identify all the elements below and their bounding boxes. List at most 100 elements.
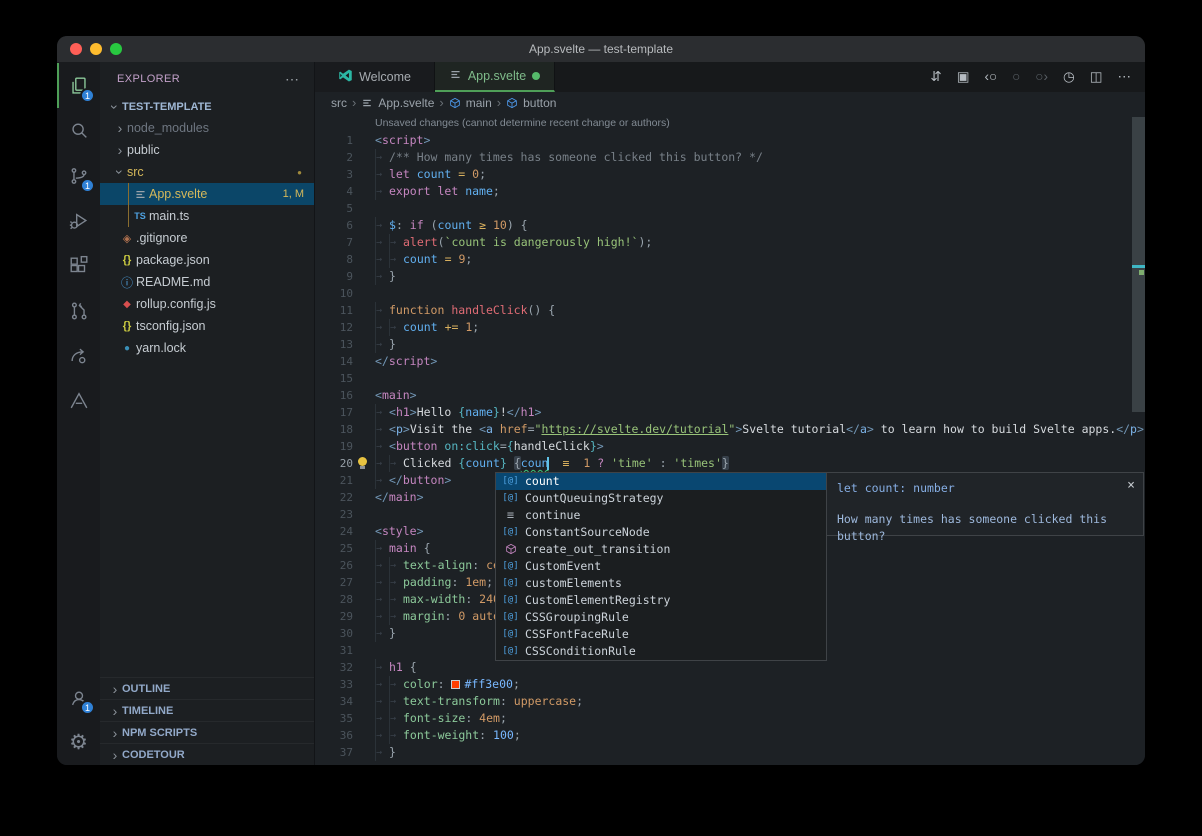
file-rollup.config.js[interactable]: ◆rollup.config.js: [100, 293, 314, 315]
breadcrumb-button[interactable]: button: [506, 96, 556, 110]
suggestion-ConstantSourceNode[interactable]: [@]ConstantSourceNode: [496, 524, 826, 541]
suggestion-CSSFontFaceRule[interactable]: [@]CSSFontFaceRule: [496, 626, 826, 643]
file-history-icon[interactable]: ◷: [1063, 70, 1075, 84]
token: [548, 456, 555, 470]
line-content: →<h1>Hello {name}!</h1>: [375, 404, 541, 421]
code-line-36[interactable]: 36→→font-weight: 100;: [315, 727, 1145, 744]
close-window-button[interactable]: [70, 43, 82, 55]
file-README.md[interactable]: ⓘREADME.md: [100, 271, 314, 293]
token: function: [389, 303, 444, 317]
file-.gitignore[interactable]: ◈.gitignore: [100, 227, 314, 249]
code-editor[interactable]: Unsaved changes (cannot determine recent…: [315, 113, 1145, 765]
code-line-10[interactable]: 10: [315, 285, 1145, 302]
line-content: →→color: #ff3e00;: [375, 676, 520, 693]
activitybar-settings-icon[interactable]: ⚙: [57, 720, 100, 765]
token: () {: [528, 303, 556, 317]
code-line-11[interactable]: 11→function handleClick() {: [315, 302, 1145, 319]
suggestion-create_out_transition[interactable]: create_out_transition: [496, 541, 826, 558]
activitybar-source-control-icon[interactable]: 1: [57, 153, 100, 198]
code-line-20[interactable]: 20→→Clicked {count} {coun ≡ 1 ? 'time' :…: [315, 455, 1145, 472]
section-outline[interactable]: ›OUTLINE: [100, 677, 314, 699]
line-content: →→count = 9;: [375, 251, 472, 268]
code-line-16[interactable]: 16<main>: [315, 387, 1145, 404]
code-line-33[interactable]: 33→→color: #ff3e00;: [315, 676, 1145, 693]
close-icon[interactable]: ×: [1127, 477, 1135, 494]
suggestion-CountQueuingStrategy[interactable]: [@]CountQueuingStrategy: [496, 490, 826, 507]
suggestion-count[interactable]: [@]count: [496, 473, 826, 490]
code-line-1[interactable]: 1<script>: [315, 132, 1145, 149]
code-line-35[interactable]: 35 →→font-size: 4em;: [315, 710, 1145, 727]
section-codetour[interactable]: ›CODETOUR: [100, 743, 314, 765]
next-change-icon[interactable]: ○›: [1035, 70, 1048, 84]
code-line-8[interactable]: 8→→count = 9;: [315, 251, 1145, 268]
code-line-12[interactable]: 12→→count += 1;: [315, 319, 1145, 336]
activitybar-azure-icon[interactable]: [57, 378, 100, 423]
code-line-6[interactable]: 6→$: if (count ≥ 10) {: [315, 217, 1145, 234]
file-main.ts[interactable]: TSmain.ts: [100, 205, 314, 227]
code-line-14[interactable]: 14</script>: [315, 353, 1145, 370]
code-line-18[interactable]: 18→<p>Visit the <a href="https://svelte.…: [315, 421, 1145, 438]
code-line-19[interactable]: 19→<button on:click={handleClick}>: [315, 438, 1145, 455]
file-node_modules[interactable]: ›node_modules: [100, 117, 314, 139]
breadcrumb-src[interactable]: src: [331, 96, 347, 110]
current-change-icon[interactable]: ○: [1012, 70, 1020, 84]
section-timeline[interactable]: ›TIMELINE: [100, 699, 314, 721]
section-npm-scripts[interactable]: ›NPM SCRIPTS: [100, 721, 314, 743]
line-content: →→font-size: 4em;: [375, 710, 507, 727]
line-content: →}: [375, 268, 396, 285]
activitybar-search-icon[interactable]: [57, 108, 100, 153]
code-line-3[interactable]: 3→let count = 0;: [315, 166, 1145, 183]
token: a: [860, 422, 867, 436]
token: count: [403, 252, 438, 266]
more-actions-icon[interactable]: ⋯: [1118, 70, 1132, 84]
file-yarn.lock[interactable]: ●yarn.lock: [100, 337, 314, 359]
activitybar-live-share-icon[interactable]: [57, 333, 100, 378]
breadcrumb-main[interactable]: main: [449, 96, 492, 110]
code-line-9[interactable]: 9→}: [315, 268, 1145, 285]
code-line-7[interactable]: 7→→alert(`count is dangerously high!`);: [315, 234, 1145, 251]
file-tsconfig.json[interactable]: {}tsconfig.json: [100, 315, 314, 337]
file-App.svelte[interactable]: App.svelte1, M: [100, 183, 314, 205]
file-src[interactable]: ›src●: [100, 161, 314, 183]
zoom-window-button[interactable]: [110, 43, 122, 55]
code-line-15[interactable]: 15: [315, 370, 1145, 387]
explorer-more-actions-icon[interactable]: ⋯: [285, 71, 300, 88]
tab-app-svelte[interactable]: App.svelte: [435, 62, 555, 92]
code-line-37[interactable]: 37→}: [315, 744, 1145, 761]
activitybar-extensions-icon[interactable]: [57, 243, 100, 288]
activitybar-run-debug-icon[interactable]: [57, 198, 100, 243]
activitybar-github-pr-icon[interactable]: [57, 288, 100, 333]
file-public[interactable]: ›public: [100, 139, 314, 161]
suggestion-continue[interactable]: ≡continue: [496, 507, 826, 524]
line-content: →→margin: 0 auto;: [375, 608, 507, 625]
code-line-17[interactable]: 17→<h1>Hello {name}!</h1>: [315, 404, 1145, 421]
suggestion-CustomElementRegistry[interactable]: [@]CustomElementRegistry: [496, 592, 826, 609]
activitybar-account-icon[interactable]: 1: [57, 675, 100, 720]
suggestion-CustomEvent[interactable]: [@]CustomEvent: [496, 558, 826, 575]
code-line-32[interactable]: 32→h1 {: [315, 659, 1145, 676]
code-line-2[interactable]: 2→/** How many times has someone clicked…: [315, 149, 1145, 166]
code-line-34[interactable]: 34→→text-transform: uppercase;: [315, 693, 1145, 710]
suggestion-CSSGroupingRule[interactable]: [@]CSSGroupingRule: [496, 609, 826, 626]
token: </: [846, 422, 860, 436]
activitybar-explorer-icon[interactable]: 1: [57, 63, 100, 108]
code-line-4[interactable]: 4→export let name;: [315, 183, 1145, 200]
suggestion-CSSConditionRule[interactable]: [@]CSSConditionRule: [496, 643, 826, 660]
minimize-window-button[interactable]: [90, 43, 102, 55]
lightbulb-icon[interactable]: [358, 457, 367, 466]
tab-welcome[interactable]: Welcome: [315, 62, 435, 92]
file-package.json[interactable]: {}package.json: [100, 249, 314, 271]
split-editor-icon[interactable]: ◫: [1090, 70, 1103, 84]
previous-change-icon[interactable]: ‹○: [984, 70, 997, 84]
gitlens-graph-icon[interactable]: ⇵: [930, 70, 941, 84]
project-root-row[interactable]: › TEST-TEMPLATE: [100, 96, 314, 117]
code-line-13[interactable]: 13→}: [315, 336, 1145, 353]
token: if: [410, 218, 424, 232]
breadcrumb-app-svelte[interactable]: App.svelte: [361, 96, 434, 110]
code-line-5[interactable]: 5: [315, 200, 1145, 217]
open-changes-icon[interactable]: ▣: [957, 70, 970, 84]
suggestion-customElements[interactable]: [@]customElements: [496, 575, 826, 592]
codelens-row[interactable]: Unsaved changes (cannot determine recent…: [315, 115, 1145, 132]
line-number: 35: [315, 710, 353, 727]
token: p: [396, 422, 403, 436]
